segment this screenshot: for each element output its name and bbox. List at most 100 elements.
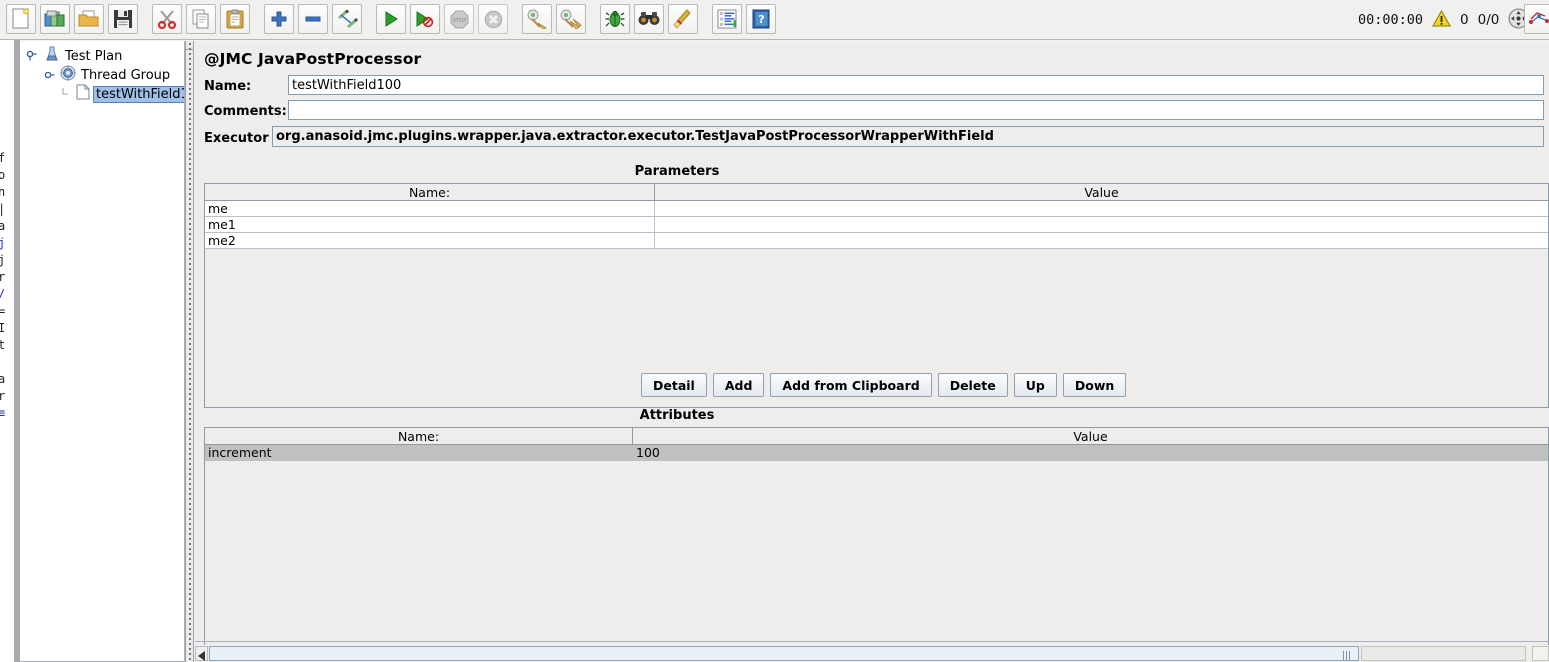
thread-group-gear-icon — [60, 65, 76, 85]
background-window-sliver: f o n | a j j r / = I t a r ≡ — [0, 0, 15, 662]
expand-all-button[interactable] — [264, 4, 294, 34]
reset-search-button[interactable] — [668, 4, 698, 34]
debug-button[interactable] — [600, 4, 630, 34]
gear-broom-icon — [526, 9, 548, 29]
comments-input[interactable] — [288, 100, 1544, 120]
executor-row: Executor — [204, 128, 269, 148]
parameter-value-cell[interactable] — [655, 201, 1548, 216]
attributes-col-value[interactable]: Value — [633, 428, 1548, 444]
attributes-table[interactable]: Name: Value increment 100 — [204, 427, 1549, 662]
name-input[interactable]: testWithField100 — [288, 75, 1544, 95]
warning-triangle-icon[interactable] — [1432, 9, 1452, 31]
detail-button[interactable]: Detail — [641, 373, 707, 397]
panel-bottom-divider — [195, 641, 1549, 642]
elapsed-time: 00:00:00 — [1358, 12, 1424, 28]
save-floppy-icon — [113, 9, 133, 29]
scrollbar-track-right[interactable] — [1361, 646, 1526, 661]
table-row[interactable]: increment 100 — [205, 445, 1548, 461]
function-helper-button[interactable] — [712, 4, 742, 34]
shutdown-x-icon — [484, 10, 503, 29]
cut-button[interactable] — [152, 4, 182, 34]
background-window-text: f o n | a j j r / = I t a r ≡ — [0, 150, 5, 422]
remote-engines-button[interactable] — [1524, 4, 1549, 34]
add-button[interactable]: Add — [712, 373, 765, 397]
scroll-left-arrow[interactable] — [195, 646, 208, 661]
binoculars-icon — [638, 11, 660, 27]
shutdown-button[interactable] — [478, 4, 508, 34]
test-plan-tree[interactable]: Test Plan Thread Group testWithField — [20, 41, 185, 662]
tree-node-test-plan[interactable]: Test Plan — [26, 46, 124, 66]
table-row[interactable]: me — [205, 201, 1548, 217]
stop-sign-icon: STOP — [450, 10, 469, 29]
attributes-table-empty-area[interactable] — [205, 461, 1548, 662]
name-row: Name: — [204, 76, 251, 96]
attribute-name-cell[interactable]: increment — [205, 445, 633, 460]
panel-splitter[interactable] — [185, 41, 194, 662]
parameter-value-cell[interactable] — [655, 233, 1548, 248]
horizontal-scrollbar[interactable] — [195, 645, 1549, 662]
tree-node-label: Thread Group — [81, 67, 171, 83]
play-no-timers-icon — [415, 10, 435, 28]
parameter-name-cell[interactable]: me1 — [205, 217, 655, 232]
help-button[interactable]: ? — [746, 4, 776, 34]
new-button[interactable] — [6, 4, 36, 34]
open-button[interactable] — [74, 4, 104, 34]
executor-value[interactable]: org.anasoid.jmc.plugins.wrapper.java.ext… — [272, 126, 1544, 147]
test-plan-icon — [44, 46, 60, 66]
copy-pages-icon — [191, 9, 211, 29]
scrollbar-thumb[interactable] — [209, 646, 1359, 661]
scrollbar-thumb-grip — [1343, 651, 1350, 660]
comments-row: Comments: — [204, 101, 287, 121]
attributes-col-name[interactable]: Name: — [205, 428, 633, 444]
delete-button[interactable]: Delete — [937, 373, 1008, 397]
table-row[interactable]: me1 — [205, 217, 1548, 233]
page-title: @JMC JavaPostProcessor — [204, 50, 422, 68]
name-label: Name: — [204, 78, 252, 94]
tree-node-testwithfield100[interactable]: testWithField100 — [62, 84, 184, 103]
toolbar-status: 00:00:00 0 0/0 — [1358, 0, 1529, 40]
paste-button[interactable] — [220, 4, 250, 34]
new-document-icon — [11, 8, 31, 30]
clipboard-icon — [225, 9, 245, 29]
active-threads-count: 0/0 — [1477, 12, 1500, 28]
collapse-all-button[interactable] — [298, 4, 328, 34]
start-no-timers-button[interactable] — [410, 4, 440, 34]
table-row[interactable]: me2 — [205, 233, 1548, 249]
scissors-icon — [157, 9, 177, 29]
parameter-name-cell[interactable]: me — [205, 201, 655, 216]
tree-leaf-handle-icon — [62, 88, 74, 100]
attributes-table-header: Name: Value — [205, 428, 1548, 445]
gear-brooms-icon — [560, 9, 582, 29]
parameters-col-value[interactable]: Value — [655, 184, 1548, 200]
attribute-value-cell[interactable]: 100 — [633, 445, 1548, 460]
tree-node-label: Test Plan — [65, 48, 123, 64]
search-button[interactable] — [634, 4, 664, 34]
main-toolbar: STOP ? 00:00:00 0 0/0 — [0, 0, 1549, 40]
tree-expand-handle-icon[interactable] — [44, 69, 56, 81]
parameter-name-cell[interactable]: me2 — [205, 233, 655, 248]
parameters-title: Parameters — [634, 164, 720, 179]
add-from-clipboard-button[interactable]: Add from Clipboard — [770, 373, 932, 397]
up-button[interactable]: Up — [1013, 373, 1057, 397]
svg-text:?: ? — [758, 13, 764, 26]
toggle-button[interactable] — [332, 4, 362, 34]
toggle-pencils-icon — [336, 9, 358, 29]
attributes-title: Attributes — [639, 408, 715, 423]
parameters-col-name[interactable]: Name: — [205, 184, 655, 200]
clear-all-button[interactable] — [556, 4, 586, 34]
parameter-value-cell[interactable] — [655, 217, 1548, 232]
open-folder-icon — [78, 9, 100, 29]
help-book-icon: ? — [751, 9, 771, 29]
minus-icon — [304, 10, 322, 28]
svg-text:STOP: STOP — [452, 18, 466, 24]
templates-button[interactable] — [40, 4, 70, 34]
down-button[interactable]: Down — [1062, 373, 1127, 397]
stop-button[interactable]: STOP — [444, 4, 474, 34]
clear-button[interactable] — [522, 4, 552, 34]
tree-expand-handle-icon[interactable] — [26, 50, 38, 62]
save-button[interactable] — [108, 4, 138, 34]
function-list-icon — [717, 9, 737, 29]
tree-node-thread-group[interactable]: Thread Group — [44, 65, 172, 85]
copy-button[interactable] — [186, 4, 216, 34]
start-button[interactable] — [376, 4, 406, 34]
